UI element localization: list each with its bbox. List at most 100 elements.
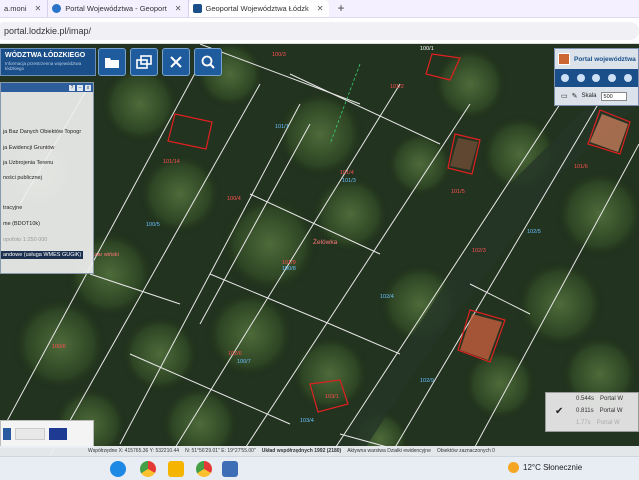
parcel-label: 101/4 (340, 170, 354, 176)
active-layer-readout: Aktywna warstwa Działki ewidencyjne (347, 448, 431, 454)
parcel-label: 100/6 (52, 344, 66, 350)
parcel-label: 101/5 (451, 189, 465, 195)
tool-icon[interactable]: ✎ (572, 92, 578, 100)
sun-icon (508, 462, 519, 473)
portal-widget: Portal województwa ▭ ✎ Skala 500 (554, 48, 639, 106)
selected-count: Obiektów zaznaczonych 0 (436, 448, 495, 454)
close-icon[interactable]: x (85, 84, 91, 91)
parcel-label: 101/14 (163, 159, 180, 165)
help-icon[interactable] (624, 74, 633, 82)
windows-button[interactable] (130, 48, 158, 76)
parcel-label: 102/5 (527, 229, 541, 235)
tab-geoportal[interactable]: Geoportal Województwa Łódzk ✕ (188, 0, 330, 17)
tab-label: a.moni (4, 4, 27, 13)
portal-widget-title: Portal województwa (574, 55, 636, 63)
parcel-label: 100/4 (227, 196, 241, 202)
layer-item[interactable]: ja Ewidencji Gruntów (3, 145, 54, 151)
layer-panel: ? – x ja Baz Danych Obiektów Topogr ja E… (0, 82, 94, 274)
parcel-label: 100/8 (282, 266, 296, 272)
home-icon[interactable] (560, 74, 569, 82)
windows-icon (136, 55, 152, 69)
info-icon[interactable] (576, 74, 585, 82)
check-icon: ✔ (555, 406, 564, 417)
browser-tab-bar: a.moni ✕ Portal Województwa - Geoport ✕ … (0, 0, 639, 18)
portal-logo-icon (558, 53, 570, 65)
layer-item[interactable]: tracyjne (3, 205, 22, 211)
timing-value: 1.77s (576, 420, 591, 426)
edge-icon[interactable] (110, 461, 126, 477)
parcel-label: 102/6 (228, 351, 242, 357)
new-tab-button[interactable]: + (329, 0, 352, 17)
map-canvas[interactable]: 100/3 100/1 101/2 101/1 101/14 101/4 101… (0, 44, 639, 456)
parcel-label: 103/4 (300, 418, 314, 424)
search-button[interactable] (194, 48, 222, 76)
help-icon[interactable]: ? (69, 84, 75, 91)
open-folder-button[interactable] (98, 48, 126, 76)
logo-icon (15, 428, 45, 440)
timing-row: 0.811s Portal W (576, 408, 623, 414)
parcel-label: 101/2 (390, 84, 404, 90)
layer-item[interactable]: ności publicznej (3, 175, 42, 181)
status-bar: Współrzędne X: 415765.36 Y: 532210.44 N:… (0, 446, 639, 456)
logo-icon (3, 428, 11, 440)
scale-input[interactable]: 500 (600, 91, 627, 101)
monitor-icon[interactable]: ▭ (561, 92, 568, 100)
scale-label: Skala (581, 93, 597, 99)
close-icon[interactable]: ✕ (175, 4, 182, 13)
parcel-label: 101/1 (275, 124, 289, 130)
portal-header: WÓDZTWA ŁÓDZKIEGO Informacja przestrzenn… (0, 48, 96, 76)
geo-readout: N: 51°56'29.01" E: 19°27'55.00" (185, 448, 256, 454)
parcel-label: 100/5 (146, 222, 160, 228)
layer-item[interactable]: ja Baz Danych Obiektów Topogr (3, 129, 81, 135)
portal-favicon-icon (52, 4, 62, 13)
print-icon[interactable] (592, 74, 601, 82)
tab-monitoring[interactable]: a.moni ✕ (0, 0, 49, 17)
widget-toolbar (555, 69, 638, 87)
folder-icon (105, 58, 119, 68)
address-bar: portal.lodzkie.pl/imap/ (0, 18, 639, 44)
weather-text: 12°C Słonecznie (523, 463, 583, 472)
tools-icon (170, 56, 182, 68)
tab-label: Portal Województwa - Geoport (65, 4, 167, 13)
street-label: szar wiński (92, 252, 119, 258)
close-icon[interactable]: ✕ (35, 4, 42, 13)
search-icon (201, 55, 215, 69)
close-icon[interactable]: ✕ (317, 4, 324, 13)
tab-label: Geoportal Województwa Łódzk (205, 4, 309, 13)
chrome-icon[interactable] (140, 461, 156, 477)
geoportal-favicon-icon (192, 4, 202, 13)
portal-title: WÓDZTWA ŁÓDZKIEGO (5, 52, 86, 59)
layer-panel-titlebar: ? – x (1, 83, 93, 92)
parcel-label: 102/3 (472, 248, 486, 254)
parcel-label: 102/9 (420, 378, 434, 384)
parcel-label: 101/3 (342, 178, 356, 184)
place-label: Żelówka (313, 239, 338, 246)
timing-panel: ✔ 0.544s Portal W 0.811s Portal W 1.77s … (545, 392, 639, 432)
layer-item-selected[interactable]: andowe (usługa WMES GUGiK) (1, 251, 84, 259)
parcel-label: 101/6 (574, 164, 588, 170)
parcel-label: 102/4 (380, 294, 394, 300)
timing-row: 1.77s Portal W (576, 420, 620, 426)
app-icon[interactable] (222, 461, 238, 477)
portal-subtitle: Informacja przestrzenna województwa łódz… (5, 61, 82, 71)
weather-widget[interactable]: 12°C Słonecznie (508, 462, 582, 473)
coords-readout: Współrzędne X: 415765.36 Y: 532210.44 (88, 448, 180, 454)
settings-icon[interactable] (608, 74, 617, 82)
timing-value: 0.544s (576, 396, 595, 402)
sponsor-logos (0, 420, 94, 448)
parcel-label: 100/3 (272, 52, 286, 58)
folder-icon[interactable] (168, 461, 184, 477)
timing-label: Portal W (599, 408, 623, 414)
tab-portal-wojewodztwa[interactable]: Portal Województwa - Geoport ✕ (48, 0, 189, 17)
crs-readout: Układ współrzędnych 1992 (2180) (261, 448, 342, 454)
chrome-icon[interactable] (196, 461, 212, 477)
layer-item[interactable]: opofoto 1:250 000 (3, 237, 47, 243)
url-input[interactable]: portal.lodzkie.pl/imap/ (0, 22, 639, 40)
layer-item[interactable]: me (BDOT10k) (3, 221, 40, 227)
parcel-label: 103/1 (325, 394, 339, 400)
parcel-label: 100/7 (237, 359, 251, 365)
tools-button[interactable] (162, 48, 190, 76)
layer-item[interactable]: ja Uzbrojenia Terenu (3, 160, 53, 166)
minimize-icon[interactable]: – (77, 84, 83, 91)
timing-label: Portal W (596, 420, 620, 426)
